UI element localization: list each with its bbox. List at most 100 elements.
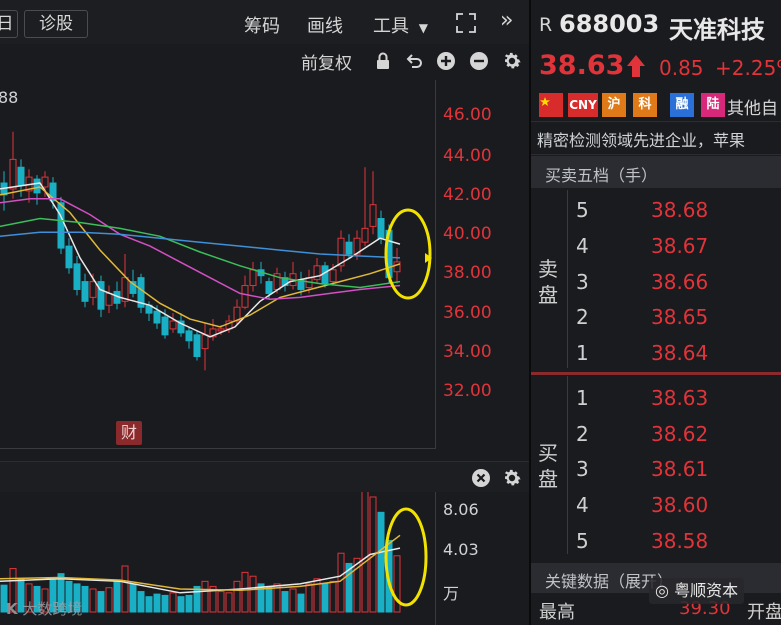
candle-body [369, 204, 377, 227]
expand-panel-button[interactable]: » [500, 8, 513, 33]
adjust-mode-button[interactable]: 前复权 [301, 49, 352, 74]
market-prefix: R [539, 14, 553, 36]
watermark-right-text: 粤顺资本 [674, 581, 739, 600]
connect-tag: 陆 [701, 93, 725, 117]
ask-level: 1 [576, 341, 589, 365]
volume-bar [377, 511, 385, 613]
gear-icon[interactable] [501, 50, 521, 70]
shanghai-tag: 沪 [602, 93, 626, 117]
volume-tick: 4.03 [443, 540, 479, 559]
bid-price[interactable]: 38.62 [651, 422, 708, 446]
period-tab[interactable]: 日 [0, 10, 18, 38]
ask-level: 3 [576, 270, 589, 294]
margin-tag: 融 [670, 93, 694, 117]
wechat-icon: ◎ [655, 581, 669, 600]
zoom-out-icon[interactable] [469, 51, 489, 71]
candle-body [313, 265, 321, 281]
candle-body [241, 285, 249, 308]
volume-bar [145, 596, 153, 613]
stock-name: 天准科技 [669, 16, 765, 44]
sell-side-label-box: 卖盘 [531, 190, 568, 368]
candle-body [57, 202, 65, 249]
volume-bar [241, 571, 249, 613]
candle-body [329, 269, 337, 283]
chips-button[interactable]: 筹码 [244, 12, 280, 38]
volume-bar [329, 580, 337, 613]
volume-bar [185, 594, 193, 613]
price-tick: 38.00 [443, 263, 492, 283]
volume-bar [153, 593, 161, 613]
bid-price[interactable]: 38.61 [651, 457, 708, 481]
candle-body [105, 292, 113, 306]
volume-bar [201, 580, 209, 613]
candle-body [249, 269, 257, 287]
ask-price[interactable]: 38.67 [651, 234, 708, 258]
close-icon[interactable] [471, 468, 491, 488]
draw-line-button[interactable]: 画线 [307, 12, 343, 38]
gear-icon[interactable] [501, 467, 523, 489]
diagnose-tab[interactable]: 诊股 [24, 10, 88, 38]
ask-level: 4 [576, 234, 589, 258]
candle-body [161, 316, 169, 336]
volume-bar [337, 552, 345, 613]
up-arrow-icon [625, 54, 647, 78]
order-book-header[interactable]: 买卖五档（手） [531, 156, 781, 188]
bid-level: 2 [576, 422, 589, 446]
watermark-right: ◎ 粤顺资本 [649, 578, 745, 604]
candlestick-panel[interactable]: 88 财 [0, 80, 436, 449]
volume-bar [289, 588, 297, 613]
volume-bar [297, 593, 305, 613]
zoom-in-icon[interactable] [436, 51, 456, 71]
chart-toolbar: 日 诊股 筹码 画线 工具 ▼ » [0, 0, 529, 44]
lock-icon[interactable] [373, 51, 393, 71]
stock-code: 688003 [559, 10, 660, 38]
candle-body [193, 334, 201, 358]
volume-bar [225, 592, 233, 613]
watermark-left: K 大数跨境 [6, 598, 82, 619]
bid-price[interactable]: 38.60 [651, 493, 708, 517]
ask-price[interactable]: 38.66 [651, 270, 708, 294]
volume-bar [105, 587, 113, 613]
financial-report-marker[interactable]: 财 [116, 421, 142, 445]
high-label: 最高 [539, 602, 575, 623]
volume-bar [89, 588, 97, 613]
spread-divider [531, 372, 781, 375]
volume-header [0, 461, 529, 492]
candle-body [217, 328, 225, 332]
fullscreen-icon[interactable] [455, 12, 477, 34]
candle-body [265, 281, 273, 294]
ask-price[interactable]: 38.64 [651, 341, 708, 365]
other-tags-link[interactable]: 其他自 [727, 94, 778, 119]
volume-bar [113, 580, 121, 613]
candle-body [65, 245, 73, 269]
ask-price[interactable]: 38.65 [651, 305, 708, 329]
volume-bar [137, 591, 145, 613]
candle-body [393, 261, 401, 273]
volume-tick: 8.06 [443, 500, 479, 519]
volume-bar [97, 591, 105, 613]
ask-price[interactable]: 38.68 [651, 198, 708, 222]
tools-menu[interactable]: 工具 ▼ [373, 12, 428, 38]
volume-bar [281, 591, 289, 613]
candle-body [17, 166, 25, 186]
bid-level: 4 [576, 493, 589, 517]
price-change: 0.85 [659, 56, 704, 80]
candle-body [201, 334, 209, 350]
china-flag-icon [539, 93, 563, 117]
description-row: 精密检测领域先进企业，苹果 [531, 121, 781, 155]
volume-bar [121, 565, 129, 613]
bid-price[interactable]: 38.63 [651, 386, 708, 410]
candle-body [169, 320, 177, 330]
bid-price[interactable]: 38.58 [651, 529, 708, 553]
price-chart-svg [0, 131, 432, 371]
bid-level: 1 [576, 386, 589, 410]
price-tick: 44.00 [443, 146, 492, 166]
volume-bar [265, 585, 273, 613]
bid-level: 3 [576, 457, 589, 481]
candle-body [73, 263, 81, 290]
star-market-tag: 科 [633, 93, 657, 117]
chart-subbar: 前复权 [0, 44, 529, 76]
undo-icon[interactable] [404, 51, 424, 71]
candle-body [153, 310, 161, 324]
price-tick: 42.00 [443, 185, 492, 205]
